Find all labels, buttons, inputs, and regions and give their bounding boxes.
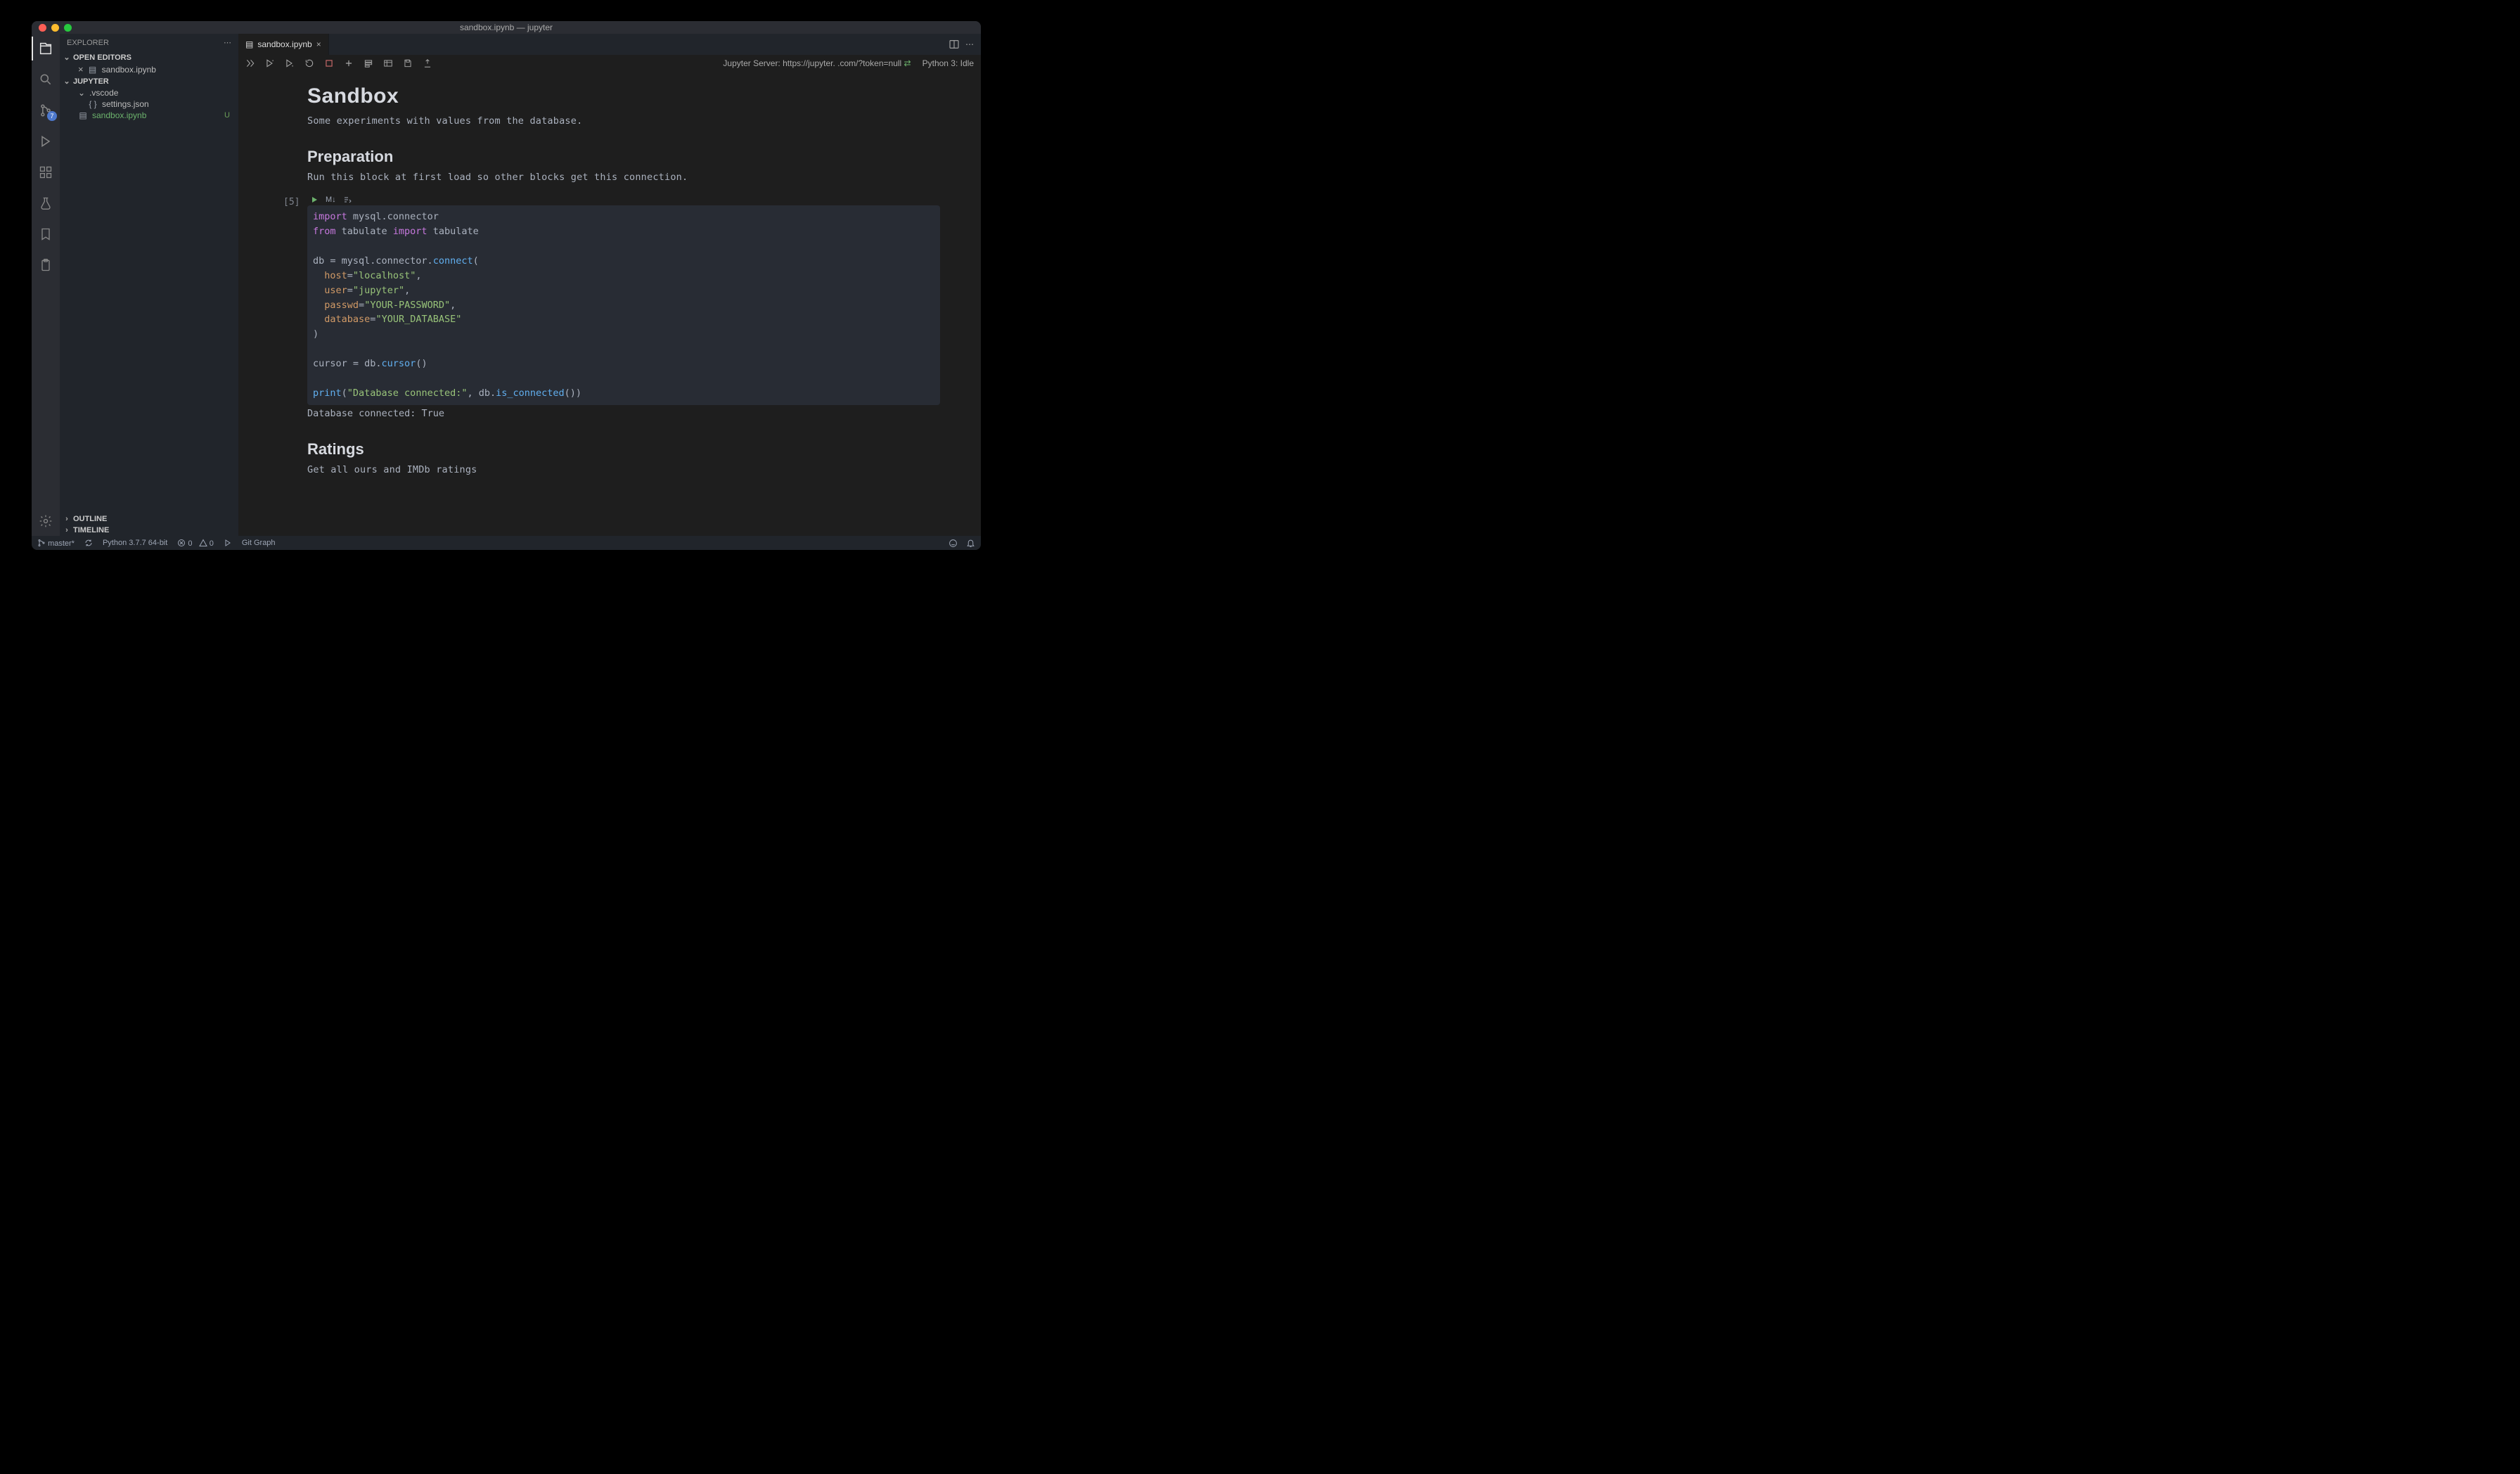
python-interpreter[interactable]: Python 3.7.7 64-bit — [103, 539, 167, 547]
cell-toolbar: M↓ — [310, 196, 940, 204]
git-branch[interactable]: master* — [37, 539, 75, 548]
paragraph: Some experiments with values from the da… — [307, 115, 940, 127]
json-file-icon: { } — [88, 99, 98, 109]
chevron-right-icon: › — [63, 526, 71, 534]
close-icon[interactable]: × — [78, 64, 84, 75]
maximize-icon[interactable] — [64, 24, 72, 32]
kernel-status[interactable]: Python 3: Idle — [922, 58, 974, 68]
open-editors-header[interactable]: ⌄ OPEN EDITORS — [60, 51, 238, 63]
run-all-icon[interactable] — [245, 58, 255, 68]
minimize-icon[interactable] — [51, 24, 59, 32]
chevron-right-icon: › — [63, 515, 71, 523]
traffic-lights — [32, 24, 72, 32]
source-control-badge: 7 — [47, 111, 57, 121]
notebook-file-icon: ▤ — [78, 110, 88, 120]
paragraph: Get all ours and IMDb ratings — [307, 464, 940, 475]
jupyter-server-status[interactable]: Jupyter Server: https://jupyter. .com/?t… — [723, 58, 911, 68]
debug-start-icon[interactable] — [224, 539, 232, 547]
bookmark-icon[interactable] — [32, 225, 60, 243]
markdown-cell[interactable]: Ratings Get all ours and IMDb ratings — [307, 440, 940, 475]
cell-output: Database connected: True — [307, 405, 940, 419]
editor-area: ▤ sandbox.ipynb × ⋯ — [238, 34, 981, 536]
export-icon[interactable] — [423, 58, 432, 68]
paragraph: Run this block at first load so other bl… — [307, 172, 940, 183]
explorer-sidebar: EXPLORER ⋯ ⌄ OPEN EDITORS × ▤ sandbox.ip… — [60, 34, 238, 536]
execution-count: [5] — [283, 197, 300, 207]
testing-icon[interactable] — [32, 194, 60, 212]
git-graph[interactable]: Git Graph — [242, 539, 276, 547]
clipboard-icon[interactable] — [32, 256, 60, 274]
code-editor[interactable]: import mysql.connector from tabulate imp… — [307, 205, 940, 405]
notebook-toolbar: Jupyter Server: https://jupyter. .com/?t… — [238, 55, 981, 72]
notebook-file-icon: ▤ — [88, 65, 98, 75]
titlebar: sandbox.ipynb — jupyter — [32, 21, 981, 34]
status-bar: master* Python 3.7.7 64-bit 0 0 Git Grap… — [32, 536, 981, 550]
open-editor-item[interactable]: × ▤ sandbox.ipynb — [60, 63, 238, 75]
close-icon[interactable] — [39, 24, 46, 32]
vscode-window: sandbox.ipynb — jupyter 7 — [32, 21, 981, 550]
markdown-cell[interactable]: Preparation Run this block at first load… — [307, 148, 940, 183]
save-icon[interactable] — [403, 58, 413, 68]
source-control-icon[interactable]: 7 — [32, 101, 60, 120]
feedback-icon[interactable] — [949, 539, 958, 548]
notebook-view[interactable]: Sandbox Some experiments with values fro… — [238, 72, 981, 536]
run-above-icon[interactable] — [265, 58, 275, 68]
run-debug-icon[interactable] — [32, 132, 60, 150]
sync-icon[interactable] — [84, 539, 93, 547]
variables-icon[interactable] — [383, 58, 393, 68]
code-cell[interactable]: [5] M↓ import mysql.connector from tabul… — [307, 196, 940, 419]
chevron-down-icon: ⌄ — [63, 77, 71, 86]
split-editor-icon[interactable] — [949, 39, 960, 50]
file-settings-json[interactable]: { } settings.json — [60, 98, 238, 110]
run-cell-icon[interactable] — [310, 196, 319, 204]
explorer-title: EXPLORER ⋯ — [60, 34, 238, 51]
tab-label: sandbox.ipynb — [257, 39, 311, 49]
extensions-icon[interactable] — [32, 163, 60, 181]
interrupt-icon[interactable] — [324, 58, 334, 68]
add-cell-icon[interactable] — [344, 58, 354, 68]
timeline-header[interactable]: › TIMELINE — [60, 525, 238, 536]
markdown-toggle-icon[interactable]: M↓ — [326, 196, 336, 204]
heading-sandbox: Sandbox — [307, 84, 940, 108]
settings-gear-icon[interactable] — [32, 512, 60, 530]
heading-ratings: Ratings — [307, 440, 940, 459]
more-icon[interactable]: ⋯ — [224, 38, 231, 47]
search-icon[interactable] — [32, 70, 60, 89]
problems-status[interactable]: 0 0 — [177, 539, 214, 548]
markdown-cell[interactable]: Sandbox Some experiments with values fro… — [307, 84, 940, 127]
close-icon[interactable]: × — [316, 39, 321, 49]
more-icon[interactable]: ⋯ — [965, 39, 974, 49]
outline-header[interactable]: › OUTLINE — [60, 513, 238, 525]
git-status-decor: U — [224, 111, 234, 120]
link-icon: ⇄ — [904, 58, 911, 68]
folder-vscode[interactable]: ⌄ .vscode — [60, 87, 238, 98]
window-title: sandbox.ipynb — jupyter — [32, 23, 981, 32]
explorer-icon[interactable] — [32, 39, 60, 58]
tab-sandbox[interactable]: ▤ sandbox.ipynb × — [238, 34, 329, 55]
tabs-bar: ▤ sandbox.ipynb × ⋯ — [238, 34, 981, 55]
workspace-header[interactable]: ⌄ JUPYTER — [60, 75, 238, 87]
clear-outputs-icon[interactable] — [364, 58, 373, 68]
file-sandbox-ipynb[interactable]: ▤ sandbox.ipynb U — [60, 110, 238, 121]
run-below-icon[interactable] — [285, 58, 295, 68]
run-by-line-icon[interactable] — [343, 196, 352, 204]
notifications-icon[interactable] — [966, 539, 975, 548]
notebook-file-icon: ▤ — [245, 39, 253, 49]
activity-bar: 7 — [32, 34, 60, 536]
heading-preparation: Preparation — [307, 148, 940, 166]
chevron-down-icon: ⌄ — [78, 88, 85, 98]
chevron-down-icon: ⌄ — [63, 53, 71, 62]
restart-kernel-icon[interactable] — [304, 58, 314, 68]
